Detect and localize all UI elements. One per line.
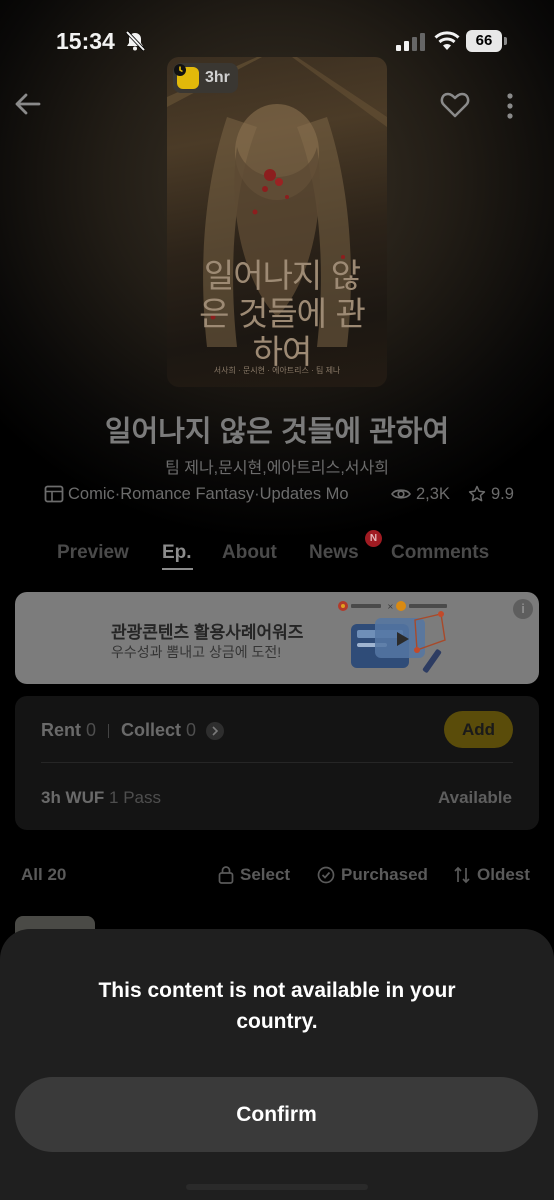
tab-about[interactable]: About bbox=[222, 542, 277, 564]
sort-label: Oldest bbox=[477, 865, 530, 884]
region-restriction-sheet: This content is not available in your co… bbox=[0, 929, 554, 1200]
rental-card: Rent 0 Collect 0 Add 3h WUF 1 Pass Avail… bbox=[15, 696, 539, 830]
wait-free-badge: 3hr bbox=[173, 63, 238, 93]
tab-preview[interactable]: Preview bbox=[57, 542, 129, 564]
battery-tip bbox=[504, 37, 507, 45]
card-divider bbox=[41, 762, 513, 763]
work-meta: Comic·Romance Fantasy·Updates Mo 2,3K 9.… bbox=[44, 482, 524, 506]
pass-count: 1 Pass bbox=[109, 788, 161, 807]
confirm-button[interactable]: Confirm bbox=[15, 1077, 538, 1152]
wait-time-label: 3hr bbox=[205, 69, 230, 86]
star-icon bbox=[468, 485, 486, 502]
back-arrow-icon[interactable] bbox=[12, 88, 44, 120]
work-title: 일어나지 않은 것들에 관하여 bbox=[104, 416, 450, 448]
heart-icon[interactable] bbox=[440, 90, 470, 120]
collect-count: 0 bbox=[186, 720, 197, 740]
add-tickets-button[interactable]: Add bbox=[444, 711, 513, 748]
tab-episodes[interactable]: Ep. bbox=[162, 542, 192, 564]
battery-indicator: 66 bbox=[466, 30, 508, 52]
check-circle-icon bbox=[317, 866, 335, 884]
select-button[interactable]: Select bbox=[218, 865, 290, 885]
chevron-right-icon[interactable] bbox=[206, 721, 225, 740]
status-time: 15:34 bbox=[56, 28, 115, 54]
lock-icon bbox=[218, 866, 234, 884]
ticket-separator bbox=[108, 723, 110, 738]
news-new-badge: N bbox=[365, 530, 382, 547]
rating-stat: 9.9 bbox=[468, 485, 514, 504]
rating-value: 9.9 bbox=[490, 484, 514, 503]
rent-count: 0 bbox=[86, 720, 97, 740]
rent-label: Rent bbox=[41, 720, 81, 740]
select-label: Select bbox=[240, 865, 291, 884]
more-options-icon[interactable] bbox=[498, 90, 522, 122]
purchased-label: Purchased bbox=[341, 865, 428, 884]
banner-illustration bbox=[351, 611, 446, 673]
cover-credit: 서사희 · 문시현 · 에아트리스 · 팀 제나 bbox=[213, 366, 341, 375]
banner-title: 관광콘텐츠 활용사례어워즈 bbox=[111, 623, 304, 642]
sort-button[interactable]: Oldest bbox=[453, 865, 530, 885]
clock-icon bbox=[174, 64, 199, 89]
detail-tabs: Preview Ep. About News Comments bbox=[0, 538, 554, 578]
promo-banner[interactable]: × 관광콘텐츠 활용사례어워즈 우수성과 뽐내고 상금에 도전! i bbox=[15, 592, 539, 684]
views-stat: 2,3K bbox=[391, 485, 450, 504]
episode-count: All 20 bbox=[21, 865, 67, 884]
collect-label: Collect bbox=[121, 720, 182, 740]
genre-text: Comic·Romance Fantasy·Updates Mo bbox=[68, 484, 349, 503]
purchased-filter[interactable]: Purchased bbox=[317, 865, 428, 885]
battery-level: 66 bbox=[466, 30, 502, 52]
tab-comments[interactable]: Comments bbox=[391, 542, 489, 564]
sort-icon bbox=[454, 866, 470, 884]
restriction-message: This content is not available in your co… bbox=[98, 979, 456, 1033]
pass-label: 3h WUF bbox=[41, 788, 105, 807]
bell-muted-icon bbox=[125, 30, 146, 52]
book-icon bbox=[44, 485, 64, 503]
views-count: 2,3K bbox=[416, 484, 450, 503]
cover-image[interactable]: 3hr 일어나지 않은 것들에 관하여 서사희 · 문시현 · 에아트리스 · … bbox=[167, 57, 387, 387]
pass-status: Available bbox=[437, 788, 512, 807]
cellular-signal-icon bbox=[396, 33, 425, 51]
ticket-summary: Rent 0 Collect 0 bbox=[41, 720, 225, 741]
active-tab-indicator bbox=[162, 568, 193, 570]
wait-pass-row: 3h WUF 1 Pass bbox=[41, 788, 161, 808]
eye-icon bbox=[391, 489, 411, 499]
banner-info-button[interactable]: i bbox=[513, 599, 533, 619]
episode-list-header: All 20 Select Purchased Oldest bbox=[0, 862, 554, 886]
home-indicator bbox=[186, 1184, 368, 1190]
work-authors[interactable]: 팀 제나,문시현,에아트리스,서사희 bbox=[0, 454, 554, 478]
tab-news[interactable]: News bbox=[309, 542, 359, 564]
cover-title-art: 일어나지 않은 것들에 관하여 bbox=[199, 256, 366, 371]
wifi-icon bbox=[434, 31, 460, 50]
banner-subtitle: 우수성과 뽐내고 상금에 도전! bbox=[111, 644, 282, 660]
